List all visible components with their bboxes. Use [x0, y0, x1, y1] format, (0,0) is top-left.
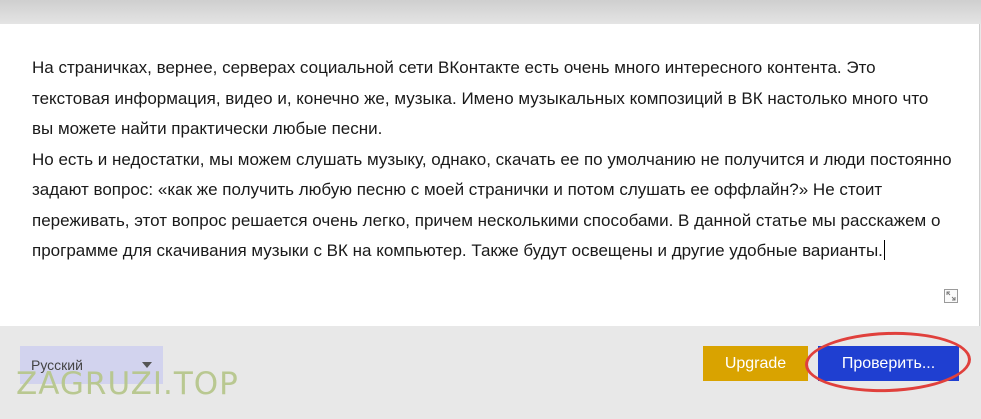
paragraph-1: На страничках, вернее, серверах социальн… — [32, 58, 929, 138]
paragraph-2-text: Но есть и недостатки, мы можем слушать м… — [32, 149, 952, 261]
resize-icon[interactable] — [944, 289, 958, 303]
check-button[interactable]: Проверить... — [818, 346, 959, 381]
upgrade-button[interactable]: Upgrade — [703, 346, 808, 381]
expand-arrows-icon — [946, 291, 956, 301]
top-strip — [0, 0, 981, 24]
paragraph-2: Но есть и недостатки, мы можем слушать м… — [32, 145, 952, 267]
watermark: ZAGRUZI.TOP — [16, 366, 239, 402]
text-editor[interactable]: На страничках, вернее, серверах социальн… — [0, 24, 980, 326]
text-caret — [883, 240, 885, 260]
editor-content[interactable]: На страничках, вернее, серверах социальн… — [32, 53, 952, 267]
